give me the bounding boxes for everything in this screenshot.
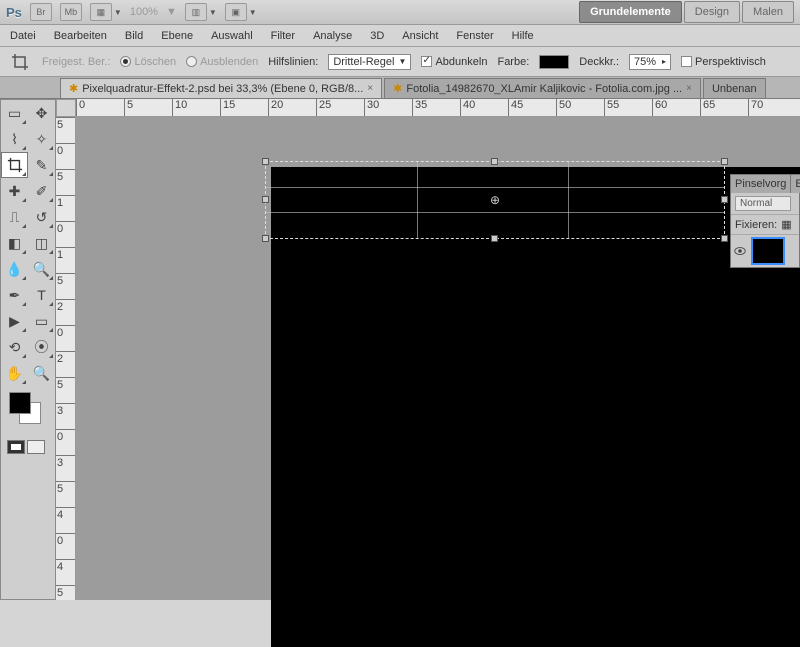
zoom-level[interactable]: 100% [130,6,158,18]
opacity-input[interactable]: 75%▸ [629,54,671,70]
freigest-label: Freigest. Ber.: [42,56,110,68]
crop-handle[interactable] [262,196,269,203]
lasso-tool[interactable]: ⌇ [1,126,28,152]
app-logo: Ps [6,5,22,20]
toolbox: ▭ ✥ ⌇ ✧ ✎ ✚ ✐ ⎍ ↺ ◧ ◫ 💧 🔍 ✒ T ▶ ▭ ⟲ ⦿ ✋ … [0,99,56,600]
tab-doc-1[interactable]: ✱Pixelquadratur-Effekt-2.psd bei 33,3% (… [60,78,382,98]
workspace-malen[interactable]: Malen [742,1,794,23]
farbe-label: Farbe: [497,56,529,68]
menu-bearbeiten[interactable]: Bearbeiten [54,30,107,42]
crop-handle[interactable] [491,158,498,165]
layer-thumbnail[interactable] [751,237,785,265]
lock-transparent-icon[interactable]: ▦ [781,218,791,231]
foreground-color[interactable] [9,392,31,414]
hilfslinien-label: Hilfslinien: [268,56,318,68]
close-icon[interactable]: × [367,83,373,94]
bridge-button[interactable]: Br [30,3,52,21]
menu-ansicht[interactable]: Ansicht [402,30,438,42]
pen-tool[interactable]: ✒ [1,282,28,308]
crop-handle[interactable] [262,158,269,165]
quickmask-toggle[interactable] [1,438,55,456]
crop-tool-icon[interactable] [8,51,32,73]
workspace-grundelemente[interactable]: Grundelemente [579,1,682,23]
menubar: Datei Bearbeiten Bild Ebene Auswahl Filt… [0,25,800,47]
3d-tool[interactable]: ⟲ [1,334,28,360]
blur-tool[interactable]: 💧 [1,256,28,282]
panel-tab-layers[interactable]: Eb [791,175,800,193]
radio-ausblenden[interactable]: Ausblenden [186,56,258,68]
magic-wand-tool[interactable]: ✧ [28,126,55,152]
3d-camera-tool[interactable]: ⦿ [28,334,55,360]
menu-filter[interactable]: Filter [271,30,295,42]
lock-label: Fixieren: [735,219,777,231]
view-extras-dropdown[interactable]: ▦▼ [90,3,122,21]
clone-stamp-tool[interactable]: ⎍ [1,204,28,230]
checkbox-abdunkeln[interactable]: Abdunkeln [421,56,487,68]
brush-tool[interactable]: ✐ [28,178,55,204]
menu-3d[interactable]: 3D [370,30,384,42]
close-icon[interactable]: × [686,83,692,94]
mini-bridge-button[interactable]: Mb [60,3,82,21]
options-bar: Freigest. Ber.: Löschen Ausblenden Hilfs… [0,47,800,77]
menu-hilfe[interactable]: Hilfe [512,30,534,42]
crop-selection[interactable]: ⊕ [265,161,725,239]
menu-ebene[interactable]: Ebene [161,30,193,42]
marquee-tool[interactable]: ▭ [1,100,28,126]
ruler-horizontal[interactable]: 0510152025303540455055606570 [76,99,800,117]
crop-tool[interactable] [1,152,28,178]
app-topbar: Ps Br Mb ▦▼ 100%▼ ▥▼ ▣▼ Grundelemente De… [0,0,800,25]
type-tool[interactable]: T [28,282,55,308]
visibility-icon[interactable] [733,244,747,258]
ruler-origin[interactable] [56,99,76,117]
gradient-tool[interactable]: ◫ [28,230,55,256]
crop-handle[interactable] [721,235,728,242]
deckkraft-label: Deckkr.: [579,56,619,68]
history-brush-tool[interactable]: ↺ [28,204,55,230]
radio-loeschen[interactable]: Löschen [120,56,176,68]
menu-datei[interactable]: Datei [10,30,36,42]
crop-center-icon: ⊕ [488,193,502,207]
move-tool[interactable]: ✥ [28,100,55,126]
arrange-docs-dropdown[interactable]: ▥▼ [185,3,217,21]
tab-doc-2[interactable]: ✱Fotolia_14982670_XLAmir Kaljikovic - Fo… [384,78,701,98]
workspace-design[interactable]: Design [684,1,740,23]
healing-brush-tool[interactable]: ✚ [1,178,28,204]
crop-handle[interactable] [721,196,728,203]
layers-panel: PinselvorgEb Normal Fixieren: ▦ [730,174,800,268]
document-tabs: ✱Pixelquadratur-Effekt-2.psd bei 33,3% (… [0,77,800,99]
crop-handle[interactable] [721,158,728,165]
shield-color-swatch[interactable] [539,55,569,69]
menu-fenster[interactable]: Fenster [456,30,493,42]
crop-handle[interactable] [262,235,269,242]
tab-doc-3[interactable]: Unbenan [703,78,766,98]
canvas-area: 0510152025303540455055606570 50510152025… [56,99,800,600]
guide-mode-select[interactable]: Drittel-Regel▼ [328,54,411,70]
blend-mode-select[interactable]: Normal [735,196,791,211]
eraser-tool[interactable]: ◧ [1,230,28,256]
checkbox-perspektivisch[interactable]: Perspektivisch [681,56,766,68]
layer-row[interactable] [731,235,799,267]
menu-bild[interactable]: Bild [125,30,143,42]
menu-auswahl[interactable]: Auswahl [211,30,253,42]
path-select-tool[interactable]: ▶ [1,308,28,334]
menu-analyse[interactable]: Analyse [313,30,352,42]
screen-mode-dropdown[interactable]: ▣▼ [225,3,257,21]
hand-tool[interactable]: ✋ [1,360,28,386]
dodge-tool[interactable]: 🔍 [28,256,55,282]
zoom-tool[interactable]: 🔍 [28,360,55,386]
ruler-vertical[interactable]: 5051015202530354045 [56,117,76,600]
panel-tab-brush[interactable]: Pinselvorg [731,175,791,193]
crop-handle[interactable] [491,235,498,242]
shape-tool[interactable]: ▭ [28,308,55,334]
color-swatches[interactable] [7,392,49,432]
eyedropper-tool[interactable]: ✎ [28,152,55,178]
